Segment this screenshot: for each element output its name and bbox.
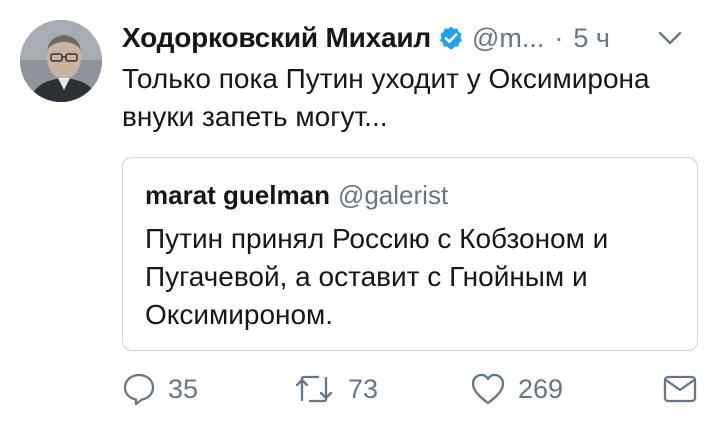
chevron-down-icon[interactable] — [658, 28, 682, 48]
tweet-timestamp[interactable]: 5 ч — [573, 23, 610, 54]
like-button[interactable]: 269 — [470, 366, 563, 412]
author-name[interactable]: Ходорковский Михаил — [122, 22, 431, 54]
reply-count: 35 — [168, 373, 199, 404]
verified-badge-icon — [440, 26, 462, 50]
quoted-author-handle: @galerist — [337, 180, 449, 210]
quoted-author-name: marat guelman — [145, 180, 330, 210]
retweet-count: 73 — [348, 373, 379, 404]
separator-dot: · — [554, 22, 564, 53]
quoted-tweet-header: marat guelman @galerist — [145, 180, 448, 211]
author-handle[interactable]: @m... — [472, 23, 544, 54]
tweet-text: Только пока Путин уходит у Оксимирона вн… — [122, 63, 650, 132]
reply-button[interactable]: 35 — [122, 366, 198, 412]
avatar[interactable] — [20, 20, 102, 102]
direct-message-button[interactable] — [662, 366, 698, 412]
retweet-button[interactable]: 73 — [292, 366, 378, 412]
quoted-tweet[interactable]: marat guelman @galerist Путин принял Росс… — [122, 157, 698, 351]
tweet-header: Ходорковский Михаил @m... · 5 ч — [122, 20, 702, 56]
envelope-icon — [663, 375, 697, 403]
retweet-icon — [295, 375, 333, 403]
tweet-actions: 35 73 269 — [122, 366, 702, 412]
quoted-tweet-text: Путин принял Россию с Кобзоном и Пугачев… — [145, 223, 609, 330]
heart-icon — [471, 373, 505, 405]
like-count: 269 — [518, 373, 564, 404]
reply-icon — [123, 373, 155, 406]
avatar-photo-icon — [20, 20, 102, 102]
